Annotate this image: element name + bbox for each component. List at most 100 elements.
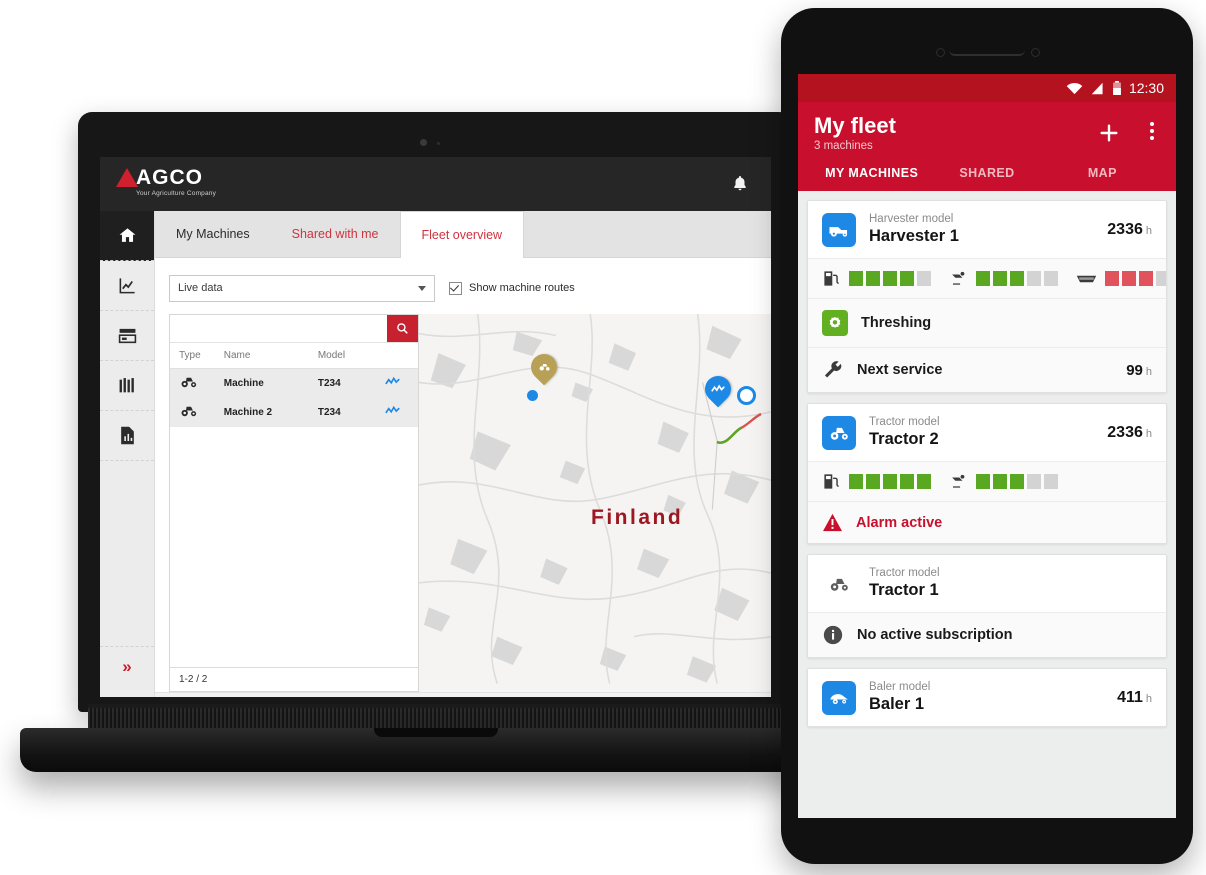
webcam-led-icon xyxy=(436,142,440,145)
sidebar-item-reports[interactable] xyxy=(100,411,154,461)
row-action-cell[interactable] xyxy=(380,397,418,427)
info-icon xyxy=(823,625,843,645)
machine-status-row[interactable]: Threshing xyxy=(808,298,1166,348)
laptop-device: AGCO Your Agriculture Company » My Machi… xyxy=(20,112,851,772)
map-view[interactable]: Finland xyxy=(419,314,771,692)
machine-hours-value: 411 xyxy=(1117,688,1143,706)
machine-hours xyxy=(1149,575,1152,593)
machine-hours-unit: h xyxy=(1145,224,1152,237)
tab-map[interactable]: MAP xyxy=(1045,166,1160,180)
row-model: T234 xyxy=(313,397,381,427)
tractor-icon xyxy=(181,377,197,388)
notification-bell-icon[interactable] xyxy=(731,173,749,194)
chart-line-icon xyxy=(385,376,400,385)
machine-card[interactable]: Tractor model Tractor 1 No active subscr… xyxy=(807,554,1167,659)
plus-icon[interactable] xyxy=(1098,122,1120,144)
row-model: T234 xyxy=(313,368,381,398)
machine-name: Baler 1 xyxy=(869,695,925,714)
col-type: Type xyxy=(170,343,220,369)
machine-hours-value: 2336 xyxy=(1107,220,1143,238)
machine-card[interactable]: Baler model Baler 1 411 h xyxy=(807,668,1167,728)
sidebar-expand-button[interactable]: » xyxy=(100,647,154,687)
sidebar-spacer xyxy=(100,461,154,647)
agco-logo[interactable]: AGCO Your Agriculture Company xyxy=(116,167,216,198)
table-pager: 1-2 / 2 xyxy=(170,667,418,691)
col-actions xyxy=(380,343,418,369)
table-row[interactable]: Machine T234 xyxy=(170,368,418,398)
sidebar-item-fields[interactable] xyxy=(100,361,154,411)
map-machine-dot[interactable] xyxy=(527,390,538,401)
machine-card-header[interactable]: Tractor model Tractor 2 2336 h xyxy=(808,404,1166,461)
machine-hours: 2336 h xyxy=(1107,424,1152,442)
webapp-main: My Machines Shared with me Fleet overvie… xyxy=(155,211,771,697)
machine-status-row[interactable]: Next service 99 h xyxy=(808,347,1166,393)
col-model: Model xyxy=(313,343,381,369)
search-button[interactable] xyxy=(387,315,418,342)
machine-status-row[interactable]: No active subscription xyxy=(808,612,1166,658)
machine-model: Harvester model xyxy=(869,213,954,226)
machine-name: Tractor 2 xyxy=(869,430,939,449)
tab-fleet-overview[interactable]: Fleet overview xyxy=(399,211,525,258)
show-routes-checkbox[interactable]: Show machine routes xyxy=(449,281,575,295)
machine-model: Tractor model xyxy=(869,567,940,580)
baler-icon xyxy=(822,680,856,715)
fuel-pump-icon xyxy=(824,271,839,286)
checkbox-checked-icon xyxy=(449,281,462,295)
gauge-bars xyxy=(976,271,1058,287)
machine-card[interactable]: Tractor model Tractor 2 2336 h Alarm act… xyxy=(807,403,1167,545)
webapp-sidebar: » xyxy=(100,211,155,697)
sidebar-item-analytics[interactable] xyxy=(100,261,154,311)
machine-gauges xyxy=(808,258,1166,299)
more-vertical-icon[interactable] xyxy=(1150,122,1154,140)
data-source-value: Live data xyxy=(178,282,223,294)
row-name: Machine xyxy=(219,368,314,398)
sidebar-item-terminal[interactable] xyxy=(100,311,154,361)
data-source-select[interactable]: Live data xyxy=(169,274,435,302)
map-pin-tractor[interactable] xyxy=(525,348,563,386)
phone-header: My fleet 3 machines MY MACHINES SHARED M… xyxy=(798,102,1176,192)
earpiece-speaker-icon xyxy=(949,50,1025,56)
row-type-cell xyxy=(170,397,220,427)
machine-card[interactable]: Harvester model Harvester 1 2336 h Thres… xyxy=(807,200,1167,394)
status-label: Alarm active xyxy=(856,514,943,531)
machine-hours: 2336 h xyxy=(1107,221,1152,239)
harvester-glyph-icon xyxy=(829,226,848,237)
row-action-cell[interactable] xyxy=(380,368,418,398)
machine-card-header[interactable]: Tractor model Tractor 1 xyxy=(808,555,1166,612)
status-label: No active subscription xyxy=(857,627,1013,644)
map-country-label: Finland xyxy=(591,506,684,529)
table-row[interactable]: Machine 2 T234 xyxy=(170,397,418,427)
machine-hours: 411 h xyxy=(1117,689,1152,707)
map-pin-machine[interactable] xyxy=(699,370,737,408)
map-machine-ring[interactable] xyxy=(737,386,756,405)
proximity-sensor-icon xyxy=(1031,48,1040,57)
status-value-unit: h xyxy=(1145,365,1152,378)
sidebar-item-home[interactable] xyxy=(100,211,154,261)
machine-card-header[interactable]: Baler model Baler 1 411 h xyxy=(808,669,1166,726)
harvester-icon xyxy=(822,212,856,247)
gauge-grain-tank xyxy=(1076,271,1166,287)
row-name: Machine 2 xyxy=(219,397,314,427)
phone-screen: 12:30 My fleet 3 machines MY MACHINES SH… xyxy=(798,74,1176,818)
machine-model: Tractor model xyxy=(869,416,940,429)
gauge-bars xyxy=(976,474,1058,490)
tab-my-machines[interactable]: MY MACHINES xyxy=(814,166,929,180)
status-value: 99 h xyxy=(1126,362,1152,379)
wrench-icon xyxy=(824,361,842,378)
battery-icon xyxy=(1113,81,1121,95)
webapp-header: AGCO Your Agriculture Company xyxy=(100,157,771,211)
chevron-down-icon xyxy=(418,285,426,291)
tab-shared[interactable]: SHARED xyxy=(929,166,1044,180)
tab-shared-with-me[interactable]: Shared with me xyxy=(271,211,400,257)
gauge-bars xyxy=(1105,271,1166,287)
webapp-controls: Live data Show machine routes xyxy=(155,258,771,308)
map-route-line xyxy=(716,412,762,444)
row-type-cell xyxy=(170,368,220,398)
home-icon xyxy=(119,228,135,242)
agco-wordmark: AGCO xyxy=(136,166,203,189)
tab-my-machines[interactable]: My Machines xyxy=(155,211,271,257)
machine-gauges xyxy=(808,461,1166,502)
search-input[interactable] xyxy=(170,315,387,342)
machine-card-header[interactable]: Harvester model Harvester 1 2336 h xyxy=(808,201,1166,258)
machine-status-row[interactable]: Alarm active xyxy=(808,501,1166,544)
